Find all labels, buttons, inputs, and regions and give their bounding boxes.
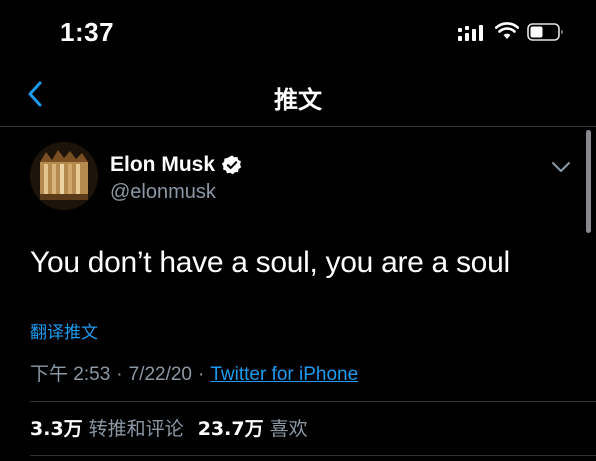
status-time: 1:37 xyxy=(60,17,115,47)
battery-icon xyxy=(527,23,563,41)
chevron-down-icon xyxy=(552,162,570,172)
tweet-date: 7/22/20 xyxy=(128,364,192,385)
verified-badge-icon xyxy=(221,155,242,175)
tweet-source-link[interactable]: Twitter for iPhone xyxy=(210,364,358,385)
tweet-stats: 3.3万 转推和评论 23.7万 喜欢 xyxy=(30,414,322,441)
meta-separator: · xyxy=(198,364,205,385)
divider xyxy=(30,455,596,456)
signal-icon xyxy=(458,25,483,41)
tweet-meta: 下午 2:53 · 7/22/20 · Twitter for iPhone xyxy=(30,359,358,386)
avatar[interactable] xyxy=(30,142,98,210)
page-title: 推文 xyxy=(274,86,322,114)
likes-count[interactable]: 23.7万 xyxy=(198,414,264,441)
scrollbar[interactable] xyxy=(586,130,591,233)
more-options-button[interactable] xyxy=(548,156,574,178)
tweet-text: You don’t have a soul, you are a soul xyxy=(30,246,510,279)
author-name[interactable]: Elon Musk xyxy=(110,153,215,177)
tweet-detail-screen: 1:37 推文 Elon Musk @elonmusk You don’t ha… xyxy=(0,0,596,461)
meta-separator: · xyxy=(116,364,123,385)
retweets-count[interactable]: 3.3万 xyxy=(30,414,83,441)
divider xyxy=(30,401,596,402)
translate-tweet-link[interactable]: 翻译推文 xyxy=(30,318,98,343)
wifi-icon xyxy=(495,22,519,39)
avatar-image xyxy=(30,142,98,210)
retweets-label[interactable]: 转推和评论 xyxy=(89,414,184,441)
nav-bar: 推文 xyxy=(0,64,596,127)
author-name-row: Elon Musk xyxy=(110,153,243,177)
tweet-time: 下午 2:53 xyxy=(30,364,111,385)
author-handle[interactable]: @elonmusk xyxy=(110,181,216,204)
status-bar: 1:37 xyxy=(0,0,596,64)
likes-label[interactable]: 喜欢 xyxy=(270,414,308,441)
